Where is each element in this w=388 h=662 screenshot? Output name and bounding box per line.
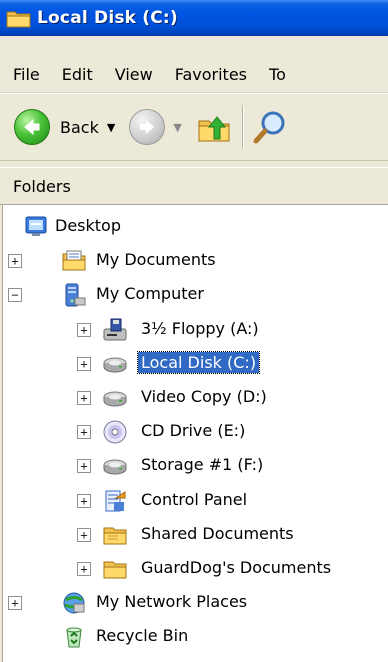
floppy-drive-icon xyxy=(103,318,127,341)
tree-item-label: My Computer xyxy=(96,284,204,304)
up-folder-button[interactable] xyxy=(196,109,232,145)
tree-item[interactable]: − My Computer xyxy=(0,278,388,312)
my-documents-icon xyxy=(62,250,86,271)
tree-item[interactable]: + My Documents xyxy=(0,244,388,278)
menu-file[interactable]: File xyxy=(0,65,51,84)
tree-item-label: Storage #1 (F:) xyxy=(141,455,264,475)
expand-icon[interactable]: + xyxy=(77,322,91,337)
hard-drive-icon xyxy=(103,391,127,407)
cd-drive-icon xyxy=(103,420,127,444)
tree-item-label: My Network Places xyxy=(96,592,248,612)
tree-item[interactable]: +3½ Floppy (A:) xyxy=(0,313,388,347)
expand-icon[interactable]: + xyxy=(8,254,22,269)
window-title: Local Disk (C:) xyxy=(37,7,178,28)
back-dropdown-icon[interactable]: ▼ xyxy=(107,121,115,134)
toolbar-separator xyxy=(241,105,243,149)
back-label: Back xyxy=(60,117,99,137)
expand-icon[interactable]: + xyxy=(77,356,91,371)
tree-item[interactable]: Desktop xyxy=(0,210,388,244)
search-button[interactable] xyxy=(253,109,289,145)
title-bar[interactable]: Local Disk (C:) xyxy=(0,0,388,36)
my-computer-icon xyxy=(65,283,86,307)
forward-arrow-icon xyxy=(129,109,166,145)
tree-item[interactable]: + Video Copy (D:) xyxy=(0,381,388,415)
collapse-icon[interactable]: − xyxy=(8,288,22,303)
tree-item-label: Shared Documents xyxy=(141,523,294,543)
tree-item[interactable]: + My Network Places xyxy=(0,586,388,620)
expand-icon[interactable]: + xyxy=(77,562,91,576)
tree-item[interactable]: + CD Drive (E:) xyxy=(0,415,388,449)
tree-item[interactable]: + Shared Documents xyxy=(0,518,388,552)
expand-icon[interactable]: + xyxy=(77,425,91,440)
recycle-bin-icon xyxy=(66,627,82,648)
tree-item-label: My Documents xyxy=(96,250,216,270)
forward-button[interactable]: ▼ xyxy=(129,109,182,145)
menu-tools[interactable]: To xyxy=(258,65,297,84)
expand-icon[interactable]: + xyxy=(77,527,91,542)
menu-bar: File Edit View Favorites To xyxy=(0,36,388,93)
folders-pane-header: Folders xyxy=(0,167,388,205)
tree-item[interactable]: Recycle Bin xyxy=(0,620,388,654)
folder-icon xyxy=(6,11,31,27)
expand-icon[interactable]: + xyxy=(77,493,91,508)
folders-header-label: Folders xyxy=(13,176,71,196)
expand-icon[interactable]: + xyxy=(77,459,91,474)
folder-icon xyxy=(103,561,127,579)
folder-tree: Desktop + My Documents − My Computer +3½ Flop… xyxy=(0,210,388,662)
tree-item-label: CD Drive (E:) xyxy=(141,421,246,441)
tree-item[interactable]: + Local Disk (C:) xyxy=(0,347,388,381)
expand-icon[interactable]: + xyxy=(77,391,91,405)
tree-item[interactable]: + Storage #1 (F:) xyxy=(0,449,388,483)
toolbar: Back ▼ ▼ xyxy=(0,94,388,161)
menu-view[interactable]: View xyxy=(104,65,164,84)
tree-item-label: Video Copy (D:) xyxy=(141,387,267,406)
tree-item[interactable]: + Control Panel xyxy=(0,484,388,518)
hard-drive-icon xyxy=(103,459,127,475)
up-folder-icon xyxy=(198,116,230,142)
search-icon xyxy=(253,111,285,144)
back-arrow-icon xyxy=(14,109,50,145)
expand-icon[interactable]: + xyxy=(8,596,22,611)
forward-dropdown-icon[interactable]: ▼ xyxy=(173,121,181,134)
network-places-icon xyxy=(63,592,85,614)
menu-edit[interactable]: Edit xyxy=(51,65,104,84)
tree-item-label: 3½ Floppy (A:) xyxy=(141,318,259,338)
shared-folder-icon xyxy=(103,527,127,545)
tree-item-label: Recycle Bin xyxy=(96,626,189,646)
tree-item-label: Local Disk (C:) xyxy=(136,350,261,374)
desktop-icon xyxy=(25,216,47,236)
tree-item[interactable]: + GuardDog's Documents xyxy=(0,552,388,586)
tree-item-label: Desktop xyxy=(55,216,121,235)
menu-favorites[interactable]: Favorites xyxy=(164,65,258,84)
tree-item-label: GuardDog's Documents xyxy=(141,558,332,577)
control-panel-icon xyxy=(105,490,126,512)
tree-item-label: Control Panel xyxy=(141,489,248,509)
back-button[interactable]: Back ▼ xyxy=(14,109,115,145)
hard-drive-icon xyxy=(103,357,127,373)
